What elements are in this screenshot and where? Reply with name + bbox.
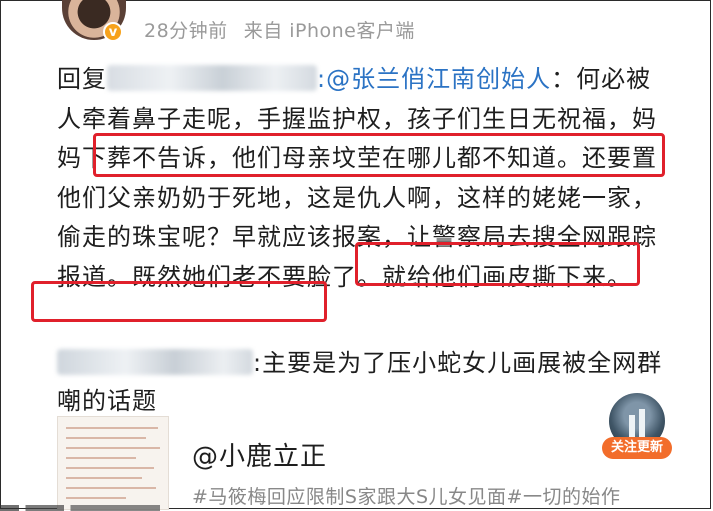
card-title[interactable]: @小鹿立正 [192,436,327,473]
blurred-username [107,65,317,91]
verified-badge-icon: v [103,22,123,42]
comment-second: :主要是为了压小蛇女儿画展被全网群嘲的话题 [57,344,669,420]
card-hashtags[interactable]: #马筱梅回应限制S家跟大S儿女见面#一切的始作 [192,482,692,509]
highlight-box-1 [93,133,665,177]
blurred-username-2 [57,349,253,375]
follow-update-widget[interactable]: 关注更新 [602,393,672,459]
reply-prefix: 回复 [57,65,107,93]
card-thumbnail[interactable] [57,416,169,510]
highlight-box-2 [355,242,640,286]
follow-update-button[interactable]: 关注更新 [602,437,672,459]
highlight-box-3 [31,281,327,322]
cropped-text-strip [0,505,160,511]
post-time: 28分钟前 [144,20,228,42]
post-source: 来自 iPhone客户端 [243,20,415,42]
mention-link[interactable]: :@张兰俏江南创始人 [317,65,551,93]
post-meta: 28分钟前 来自 iPhone客户端 [144,16,415,43]
